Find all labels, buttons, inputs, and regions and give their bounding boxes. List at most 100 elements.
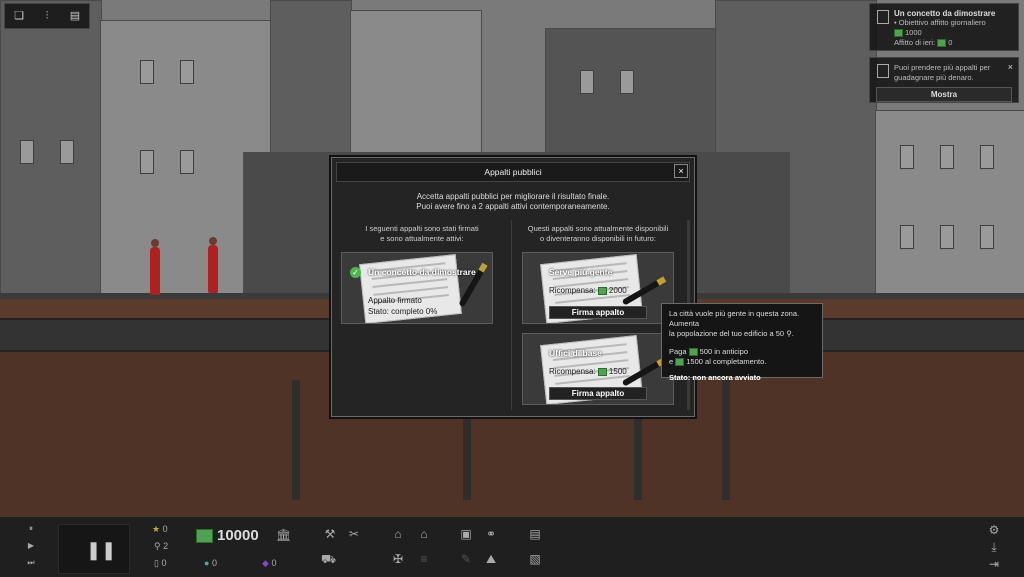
active-contract-card[interactable]: ✓ Un concetto da dimostrare Appalto firm… xyxy=(341,252,493,324)
list-icon[interactable]: ▤ xyxy=(68,9,82,23)
contract-reward: Ricompensa: 1500 xyxy=(549,367,627,376)
column-divider xyxy=(511,220,512,410)
contract-title: Uffici di base xyxy=(549,348,602,358)
pedestrian[interactable] xyxy=(150,239,160,295)
money-icon xyxy=(196,529,213,544)
dialog-title: Appalti pubblici xyxy=(336,162,690,182)
money-icon xyxy=(937,39,947,48)
settings-gear-icon[interactable]: ⚙ xyxy=(987,523,1001,537)
person-icon: ⚲ xyxy=(786,329,792,338)
pause-speed-icon[interactable]: ⏸ xyxy=(22,524,40,536)
window xyxy=(140,60,154,84)
reward-label: Ricompensa: xyxy=(549,367,596,376)
close-icon[interactable]: × xyxy=(1008,62,1013,72)
yesterday-label: Affitto di ieri: xyxy=(894,38,938,47)
build-crane-icon[interactable]: ⚒ xyxy=(323,527,337,541)
upfront-suffix: in anticipo xyxy=(714,347,749,356)
rooms-stat: ▯ 0 xyxy=(154,558,166,569)
goal-target: 1000 xyxy=(905,28,922,37)
population-stat: ⚲ 2 xyxy=(154,541,168,552)
handshake-icon[interactable]: ⚭ xyxy=(484,527,498,541)
and-label: e xyxy=(669,357,674,366)
header-line: o diventeranno disponibili in futuro: xyxy=(540,234,656,243)
header-line: e sono attualmente attivi: xyxy=(380,234,464,243)
contract-title: Un concetto da dimostrare xyxy=(368,267,476,277)
upfront-value: 500 xyxy=(699,347,713,356)
available-contract-card[interactable]: Serve più gente Ricompensa: 2000 Firma a… xyxy=(522,252,674,324)
window xyxy=(620,70,634,94)
contracts-dialog: Appalti pubblici × Accetta appalti pubbl… xyxy=(331,157,695,417)
person-icon: ⚲ xyxy=(154,541,161,551)
contract-tooltip: La città vuole più gente in questa zona.… xyxy=(661,303,823,382)
pedestrian[interactable] xyxy=(208,237,218,293)
reward-value: 1500 xyxy=(608,367,627,376)
money-icon xyxy=(597,286,607,295)
pause-button[interactable]: ❚❚ xyxy=(58,524,130,574)
window xyxy=(180,150,194,174)
bulldozer-icon[interactable]: ⛟ xyxy=(321,552,336,566)
background-building xyxy=(875,110,1024,298)
save-download-icon[interactable]: ⤓ xyxy=(987,540,1001,554)
tooltip-line: la popolazione del tuo edificio a 50 xyxy=(669,329,785,338)
contracts-icon[interactable]: ▤ xyxy=(528,527,542,541)
tip-text: Puoi prendere più appalti per guadagnare… xyxy=(894,63,991,82)
top-left-toolbar: ❏ ⫶ ▤ xyxy=(4,3,90,29)
fast-forward-icon[interactable]: ⏭ xyxy=(22,558,40,570)
star-icon: ★ xyxy=(152,524,161,534)
dialog-intro: Accetta appalti pubblici per migliorare … xyxy=(332,192,694,212)
contract-reward: Ricompensa: 2000 xyxy=(549,286,627,295)
window xyxy=(900,145,914,169)
restaurant-icon[interactable]: ✠ xyxy=(391,552,405,566)
rooms-value: 0 xyxy=(161,558,167,568)
reward-label: Ricompensa: xyxy=(549,286,596,295)
intro-line: Puoi avere fino a 2 appalti attivi conte… xyxy=(416,202,610,211)
sign-contract-button[interactable]: Firma appalto xyxy=(549,306,647,319)
header-line: I seguenti appalti sono stati firmati xyxy=(365,224,479,233)
background-building xyxy=(0,0,102,298)
checkmark-icon: ✓ xyxy=(350,267,361,278)
stats-icon[interactable]: ⫶ xyxy=(40,9,54,23)
rating-stat: ★ 0 xyxy=(152,524,168,535)
support-pillar xyxy=(292,380,300,500)
yesterday-value: 0 xyxy=(948,38,953,47)
window xyxy=(980,225,994,249)
bank-icon[interactable]: 🏛 xyxy=(276,528,291,542)
window xyxy=(580,70,594,94)
completion-value: 1500 xyxy=(686,357,703,366)
tools-icon[interactable]: ✂ xyxy=(347,527,361,541)
paint-icon[interactable]: ✎ xyxy=(459,552,473,566)
reward-value: 2000 xyxy=(608,286,627,295)
population-value: 2 xyxy=(163,541,169,551)
happiness-value: 0 xyxy=(211,558,217,568)
play-icon[interactable]: ▶ xyxy=(22,541,40,553)
exit-icon[interactable]: ⇥ xyxy=(987,557,1001,571)
window xyxy=(900,225,914,249)
show-button[interactable]: Mostra xyxy=(876,87,1012,102)
picture-icon[interactable]: ▧ xyxy=(528,552,542,566)
header-line: Questi appalti sono attualmente disponib… xyxy=(527,224,669,233)
office-icon[interactable]: ⌂ xyxy=(391,527,405,541)
pay-label: Paga xyxy=(669,347,687,356)
sign-contract-button[interactable]: Firma appalto xyxy=(549,387,647,400)
stairs-icon[interactable]: ≡ xyxy=(417,552,431,566)
document-icon xyxy=(877,10,889,24)
tooltip-status: Stato: non ancora avviato xyxy=(669,373,761,382)
contract-progress: Stato: completo 0% xyxy=(368,307,438,316)
contract-title: Serve più gente xyxy=(549,267,613,277)
contract-status: Appalto firmato xyxy=(368,296,422,305)
layers-icon[interactable]: ❏ xyxy=(12,9,26,23)
window xyxy=(20,140,34,164)
landscape-icon[interactable]: ⛰ xyxy=(484,552,498,566)
goal-notification[interactable]: Un concetto da dimostrare • Obiettivo af… xyxy=(869,3,1019,51)
home-icon[interactable]: ⌂ xyxy=(417,527,431,541)
tip-notification[interactable]: × Puoi prendere più appalti per guadagna… xyxy=(869,57,1019,103)
pause-icon: ❚❚ xyxy=(86,540,117,560)
box-icon[interactable]: ▣ xyxy=(459,527,473,541)
window xyxy=(980,145,994,169)
close-button[interactable]: × xyxy=(674,164,688,178)
tooltip-line: La città vuole più gente in questa zona.… xyxy=(669,309,800,328)
window xyxy=(940,225,954,249)
available-contract-card[interactable]: Uffici di base Ricompensa: 1500 Firma ap… xyxy=(522,333,674,405)
bottom-toolbar: ⏸ ▶ ⏭ ❚❚ ★ 0 ⚲ 2 ▯ 0 ● 0 ◆ 0 🏛 ⚒ ✂ ⌂ ⌂ ▣… xyxy=(0,516,1024,577)
rating-value: 0 xyxy=(162,524,168,534)
